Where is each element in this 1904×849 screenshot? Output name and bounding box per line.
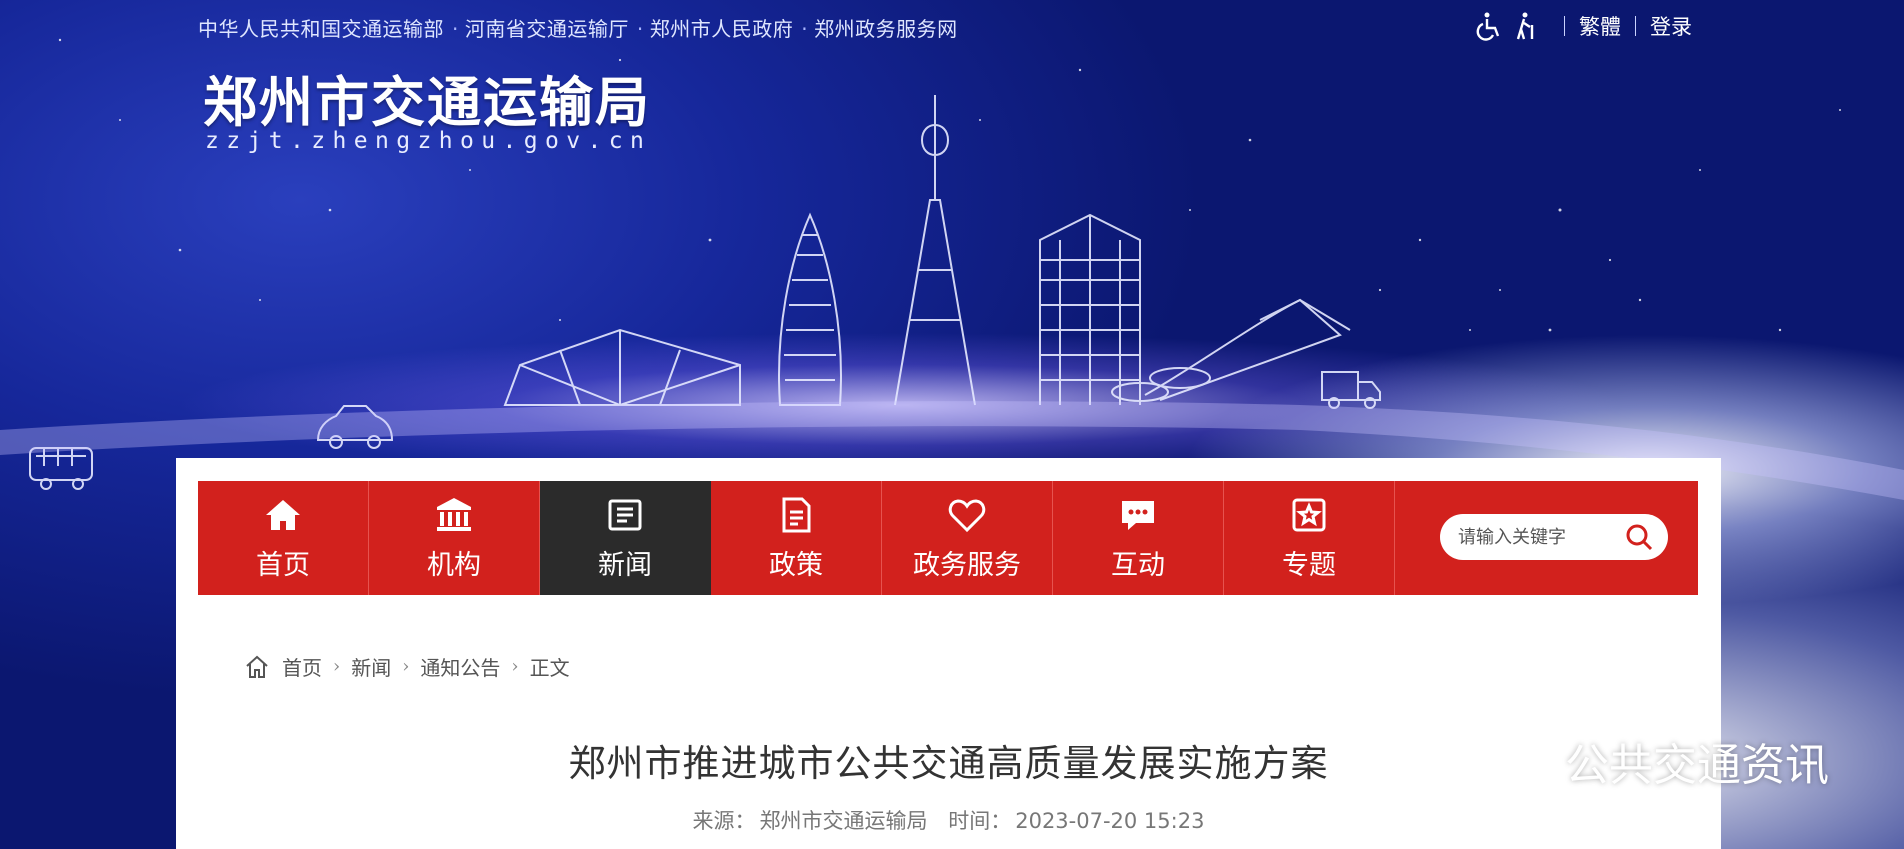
policy-icon xyxy=(782,497,811,532)
chevron-right-icon: › xyxy=(402,656,410,677)
breadcrumb-news[interactable]: 新闻 xyxy=(351,652,391,681)
link-zhengzhou-service[interactable]: 郑州政务服务网 xyxy=(814,17,958,41)
nav-item-label: 首页 xyxy=(256,549,310,581)
nav-item-label: 政策 xyxy=(769,549,823,581)
wechat-watermark: 公共交通资讯 xyxy=(1473,728,1829,794)
site-logo-title[interactable]: 郑州市交通运输局 xyxy=(203,58,651,137)
elderly-icon[interactable] xyxy=(1512,11,1542,41)
nav-item-label: 政务服务 xyxy=(913,549,1021,581)
search-box xyxy=(1440,514,1668,560)
nav-item-institution[interactable]: 机构 xyxy=(369,481,540,595)
nav-item-label: 互动 xyxy=(1111,549,1165,581)
chevron-right-icon: › xyxy=(511,656,519,677)
nav-item-interaction[interactable]: 互动 xyxy=(1053,481,1224,595)
home-outline-icon xyxy=(246,655,268,678)
traditional-chinese-link[interactable]: 繁體 xyxy=(1579,11,1621,41)
header-tools: 繁體 登录 xyxy=(1474,10,1692,42)
divider xyxy=(1564,16,1565,36)
article-meta: 来源： 郑州市交通运输局 时间： 2023-07-20 15:23 xyxy=(176,805,1721,835)
site-logo-domain: zzjt.zhengzhou.gov.cn xyxy=(205,128,652,154)
nav-item-government-service[interactable]: 政务服务 xyxy=(882,481,1053,595)
link-zhengzhou-gov[interactable]: 郑州市人民政府 xyxy=(650,17,794,41)
search-input[interactable] xyxy=(1456,525,1620,549)
watermark-text: 公共交通资讯 xyxy=(1565,740,1829,791)
breadcrumb-current: 正文 xyxy=(529,656,570,680)
link-separator: · xyxy=(801,17,809,41)
time-label: 时间： xyxy=(948,809,1012,833)
nav-item-policy[interactable]: 政策 xyxy=(711,481,882,595)
wechat-icon xyxy=(1475,731,1553,794)
breadcrumb-notices[interactable]: 通知公告 xyxy=(420,652,500,681)
link-ministry-of-transport[interactable]: 中华人民共和国交通运输部 xyxy=(198,17,444,41)
breadcrumb-home[interactable]: 首页 xyxy=(282,652,322,681)
article-time: 2023-07-20 15:23 xyxy=(1015,809,1205,833)
article-source: 郑州市交通运输局 xyxy=(759,809,928,833)
nav-item-label: 新闻 xyxy=(598,549,652,581)
nav-item-news[interactable]: 新闻 xyxy=(540,481,711,595)
chat-icon xyxy=(1122,500,1154,530)
link-henan-transport-dept[interactable]: 河南省交通运输厅 xyxy=(465,17,629,41)
link-separator: · xyxy=(636,17,644,41)
institution-icon xyxy=(437,497,471,531)
breadcrumb: 首页 › 新闻 › 通知公告 › 正文 xyxy=(244,652,570,681)
wheelchair-icon[interactable] xyxy=(1474,11,1504,41)
divider xyxy=(1635,16,1636,36)
top-links-bar: 中华人民共和国交通运输部 · 河南省交通运输厅 · 郑州市人民政府 · 郑州政务服务网 xyxy=(198,13,966,42)
home-icon xyxy=(266,499,300,530)
login-link[interactable]: 登录 xyxy=(1650,11,1692,41)
nav-item-home[interactable]: 首页 xyxy=(198,481,369,595)
chevron-right-icon: › xyxy=(333,656,341,677)
heart-icon xyxy=(948,498,986,532)
news-icon xyxy=(608,499,642,530)
nav-item-special-topic[interactable]: 专题 xyxy=(1224,481,1395,595)
nav-item-label: 机构 xyxy=(427,549,481,581)
source-label: 来源： xyxy=(692,809,756,833)
star-icon xyxy=(1292,498,1326,531)
nav-item-label: 专题 xyxy=(1282,549,1336,581)
search-icon[interactable] xyxy=(1624,522,1654,552)
link-separator: · xyxy=(452,17,459,41)
